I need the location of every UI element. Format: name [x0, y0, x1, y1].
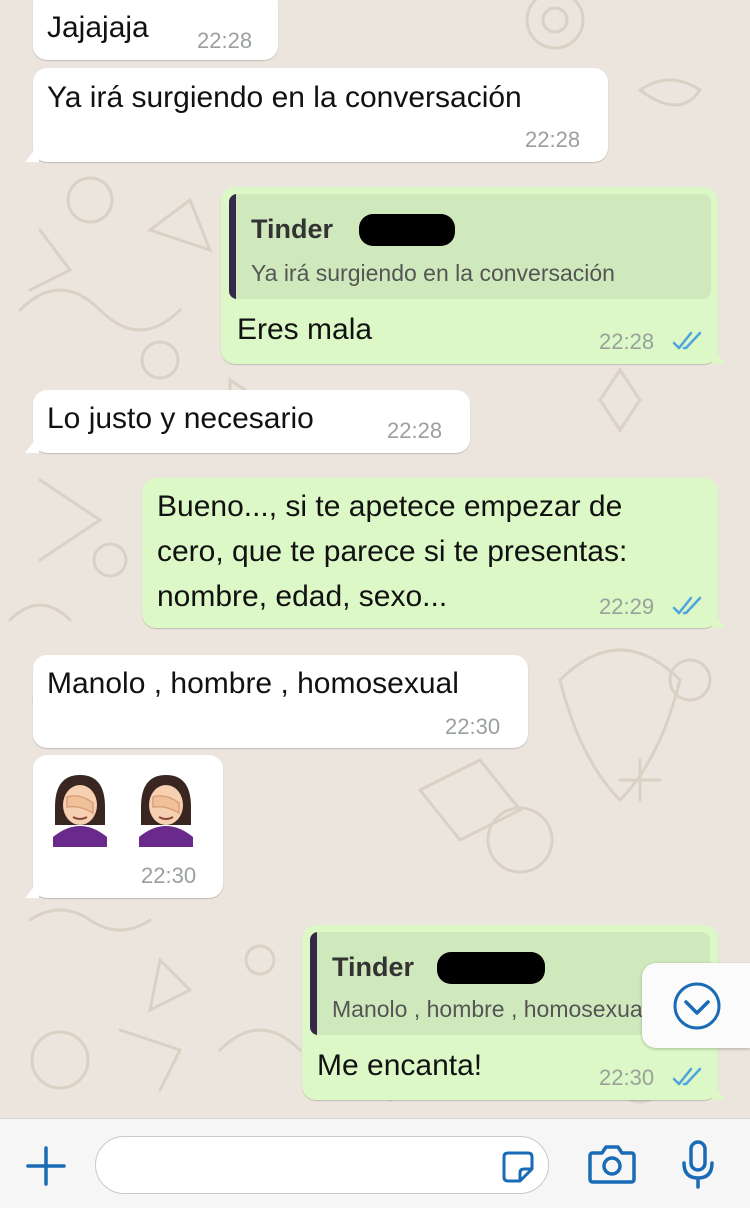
message-time: 22:29	[599, 594, 655, 619]
quote-text: Ya irá surgiendo en la conversación	[251, 260, 615, 286]
quote-sender: Tinder	[332, 952, 415, 982]
camera-icon[interactable]	[587, 1143, 637, 1185]
message-outgoing-reply[interactable]: Tinder Ya irá surgiendo en la conversaci…	[221, 187, 726, 364]
scroll-to-bottom-button[interactable]	[642, 963, 750, 1048]
redacted-name	[437, 952, 545, 984]
message-time: 22:28	[599, 329, 655, 354]
message-text: Ya irá surgiendo en la conversación	[47, 81, 522, 114]
message-line: cero, que te parece si te presentas:	[157, 535, 628, 568]
message-incoming[interactable]: Jajajaja 22:28	[33, 0, 278, 60]
message-text: Jajajaja	[47, 11, 149, 44]
message-outgoing[interactable]: Bueno..., si te apetece empezar de cero,…	[142, 478, 726, 628]
redacted-name	[359, 214, 455, 246]
message-line: nombre, edad, sexo...	[157, 580, 448, 613]
message-time: 22:28	[387, 418, 443, 443]
chat-area: Jajajaja 22:28 Ya irá surgiendo en la co…	[0, 0, 750, 1118]
woman-facepalming-icon	[53, 775, 107, 847]
message-input[interactable]	[95, 1136, 549, 1194]
message-time: 22:30	[445, 714, 501, 739]
message-incoming[interactable]: Manolo , hombre , homosexual 22:30	[33, 655, 528, 748]
woman-facepalming-icon	[139, 775, 193, 847]
message-input-bar	[0, 1118, 750, 1208]
quote-accent-bar	[229, 194, 236, 299]
quoted-message[interactable]: Tinder Ya irá surgiendo en la conversaci…	[229, 194, 711, 299]
read-ticks-icon	[672, 331, 702, 350]
read-ticks-icon	[672, 1067, 702, 1086]
message-text: Me encanta!	[317, 1049, 483, 1082]
sticker-icon[interactable]	[500, 1149, 536, 1185]
message-text: Lo justo y necesario	[47, 402, 314, 435]
microphone-icon[interactable]	[678, 1139, 718, 1191]
message-incoming[interactable]: Lo justo y necesario 22:28	[25, 390, 470, 453]
scroll-down-icon	[673, 982, 721, 1030]
read-ticks-icon	[672, 596, 702, 615]
quote-accent-bar	[310, 932, 317, 1035]
message-time: 22:28	[197, 28, 253, 53]
quote-sender: Tinder	[251, 214, 334, 244]
message-time: 22:30	[141, 863, 197, 888]
message-time: 22:30	[599, 1065, 655, 1090]
message-line: Bueno..., si te apetece empezar de	[157, 490, 623, 523]
message-time: 22:28	[525, 127, 581, 152]
plus-icon[interactable]	[25, 1145, 67, 1187]
message-text: Eres mala	[237, 313, 373, 346]
message-text: Manolo , hombre , homosexual	[47, 667, 459, 700]
quote-text: Manolo , hombre , homosexual	[332, 996, 648, 1022]
message-incoming-emoji[interactable]: 22:30	[25, 755, 223, 898]
message-incoming[interactable]: Ya irá surgiendo en la conversación 22:2…	[25, 68, 608, 162]
